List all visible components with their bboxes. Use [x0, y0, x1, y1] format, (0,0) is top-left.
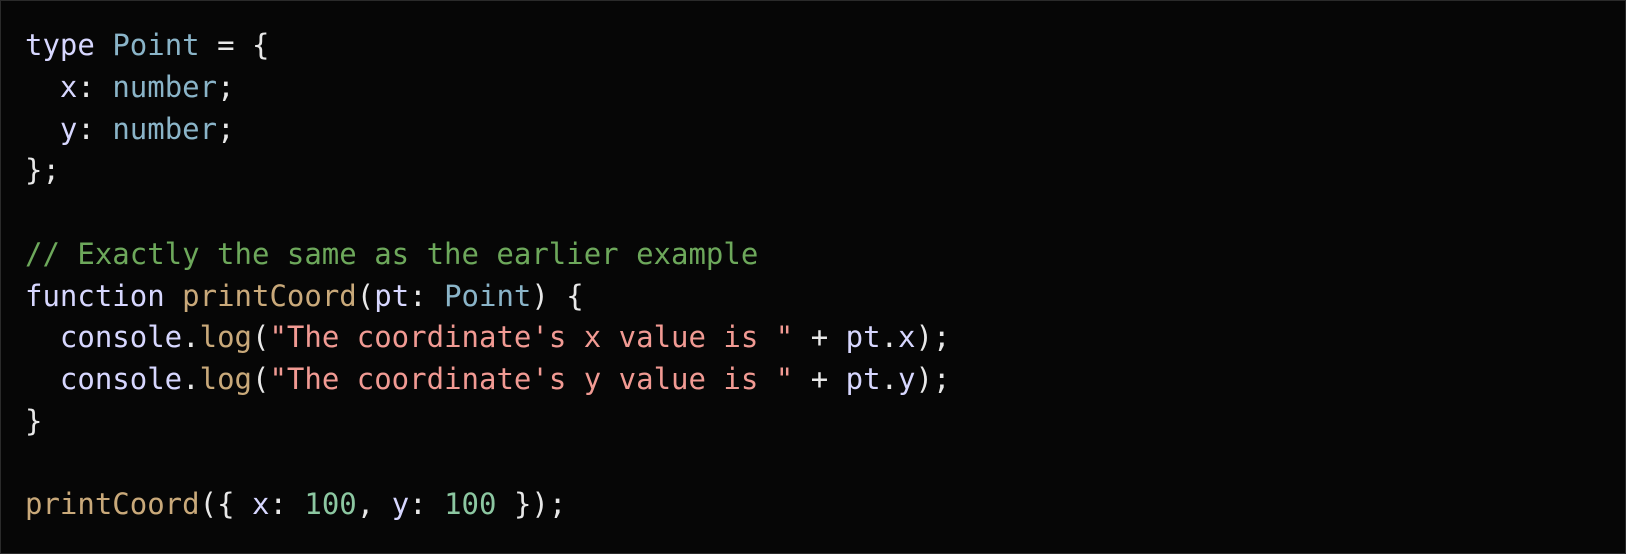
code-token-string: "The coordinate's x value is " [269, 320, 794, 355]
code-token-property: y [391, 487, 410, 522]
code-token-keyword: type [25, 28, 95, 62]
code-token-punctuation: : [77, 69, 113, 104]
code-line: printCoord({ x: 100, y: 100 }); [25, 484, 950, 526]
code-token-property: console [59, 320, 183, 355]
code-token-punctuation: . [880, 362, 899, 396]
code-token-type: Point [112, 28, 200, 62]
code-token-punctuation: = { [199, 28, 270, 62]
code-token-comment: // Exactly the same as the earlier examp… [25, 236, 759, 271]
code-token-function: log [199, 320, 252, 355]
code-token-property: x [59, 69, 78, 104]
code-token-punctuation: ; [217, 111, 235, 146]
code-token-property: y [59, 111, 78, 146]
code-line: console.log("The coordinate's x value is… [25, 317, 951, 359]
code-token-punctuation: . [880, 320, 899, 355]
code-token-keyword: function [25, 278, 165, 313]
code-token-punctuation: ({ [199, 487, 252, 522]
code-token-property: x [898, 320, 916, 355]
code-token-type: number [112, 111, 218, 146]
code-token-punctuation: ); [915, 320, 951, 355]
code-token-number: 100 [304, 487, 357, 522]
code-token-property: console [59, 362, 183, 396]
code-line: ​ [25, 192, 950, 234]
code-token-type: Point [444, 278, 532, 313]
code-token-punctuation: : [269, 487, 305, 522]
code-panel: type Point = { x: number; y: number;};​/… [0, 0, 1626, 554]
code-token-property: x [252, 487, 270, 522]
code-line: // Exactly the same as the earlier examp… [25, 234, 950, 276]
code-line: x: number; [25, 67, 950, 109]
code-token-punctuation: } [25, 403, 43, 438]
code-token-property: pt [845, 320, 881, 355]
code-line: y: number; [25, 109, 950, 151]
code-token-punctuation: ( [252, 320, 270, 355]
code-token-punctuation: : [77, 111, 113, 146]
code-token-punctuation: : [409, 487, 445, 522]
code-token-type: number [112, 69, 218, 104]
code-line: function printCoord(pt: Point) { [25, 276, 950, 318]
code-block[interactable]: type Point = { x: number; y: number;};​/… [25, 25, 950, 526]
code-token-property: y [898, 362, 916, 396]
code-token-punctuation: ); [915, 362, 951, 396]
code-token-punctuation: }); [496, 487, 567, 522]
code-token-punctuation: ( [356, 278, 375, 313]
code-token-punctuation: + [793, 362, 846, 396]
code-token-property: pt [845, 362, 881, 396]
code-token-punctuation: ; [217, 69, 235, 104]
code-token-function: log [199, 362, 252, 396]
code-token-property: pt [374, 278, 410, 313]
code-token-punctuation: }; [25, 153, 60, 188]
code-line: }; [25, 150, 950, 192]
code-token-punctuation: + [793, 320, 846, 355]
code-token-punctuation: . [182, 320, 200, 355]
code-token-punctuation: . [182, 362, 200, 396]
code-token-punctuation: ( [252, 362, 270, 396]
code-line: } [25, 401, 950, 443]
code-token-function: printCoord [25, 487, 200, 522]
code-line: ​ [25, 443, 950, 485]
code-token-string: "The coordinate's y value is " [269, 362, 794, 396]
code-token-function: printCoord [182, 278, 357, 313]
code-token-number: 100 [444, 487, 497, 522]
code-token-punctuation: ) { [531, 278, 584, 313]
code-line: type Point = { [25, 25, 950, 67]
code-token-punctuation: , [356, 487, 392, 522]
code-line: console.log("The coordinate's y value is… [25, 359, 951, 401]
code-token-punctuation: : [409, 278, 445, 313]
